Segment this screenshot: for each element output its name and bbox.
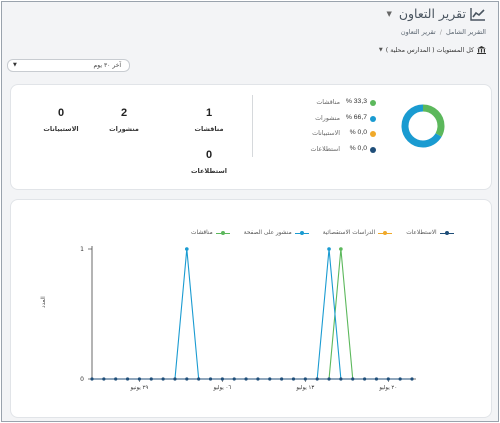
series-point-3[interactable] [280, 377, 284, 381]
series-point-3[interactable] [327, 377, 331, 381]
page-header[interactable]: تقرير التعاون ▼ [386, 6, 486, 21]
series-point-3[interactable] [137, 377, 142, 381]
legend-name: استطلاعات [310, 145, 340, 153]
series-point-3[interactable] [197, 377, 201, 381]
stat-inquiries-value: 0 [57, 107, 65, 119]
stat-inquiries-label: الاستبيانات [43, 125, 79, 133]
series-point-3[interactable] [410, 377, 414, 381]
series-point-3[interactable] [90, 377, 94, 381]
legend-dot [370, 115, 376, 122]
breadcrumb-item-current: تقرير التعاون [400, 28, 436, 36]
series-line-1[interactable] [92, 248, 412, 380]
stat-inquiries: 0 الاستبيانات [26, 107, 96, 133]
series-peak-point-1[interactable] [327, 247, 331, 251]
legend-name: مناقشات [316, 99, 340, 106]
series-point-3[interactable] [232, 377, 236, 381]
legend-dot [370, 146, 376, 153]
series-point-3[interactable] [125, 377, 130, 381]
y-tick-label: 1 [80, 246, 84, 253]
series-peak-point-0[interactable] [339, 247, 343, 251]
line-chart-icon [470, 7, 485, 21]
legend-item-inquiries: 0,0 % الاستبيانات [296, 129, 376, 145]
distribution-donut-chart [401, 104, 445, 148]
date-range-select[interactable]: آخر ٣٠ يوم ▼ [7, 59, 130, 72]
breadcrumb-separator: / [439, 28, 442, 36]
series-peak-point-1[interactable] [185, 247, 189, 251]
series-point-3[interactable] [268, 377, 272, 381]
series-point-3[interactable] [351, 377, 355, 381]
trend-chart-card: الاستطلاعات الدراسات الاستقصائية منشور ع… [10, 199, 492, 418]
series-point-3[interactable] [291, 377, 296, 381]
x-tick-label: ٢٩ يونيو [130, 385, 149, 391]
legend-percent: 66,7 % [345, 113, 367, 121]
stat-posts: 2 منشورات [89, 107, 159, 133]
levels-filter[interactable]: كل المستويات ( المدارس محلية ) ▼ [379, 46, 486, 54]
series-point-3[interactable] [149, 377, 153, 381]
series-point-3[interactable] [398, 377, 402, 381]
series-point-3[interactable] [256, 377, 260, 381]
dropdown-arrow-icon: ▼ [13, 62, 17, 68]
app-frame: تقرير التعاون ▼ التقرير الشامل / تقرير ا… [1, 1, 499, 422]
series-point-3[interactable] [315, 377, 319, 381]
legend-percent: 0,0 % [349, 144, 367, 152]
series-point-3[interactable] [114, 377, 118, 381]
breadcrumb: التقرير الشامل / تقرير التعاون [401, 28, 486, 36]
summary-card: 0 الاستبيانات 2 منشورات 1 مناقشات 0 استط… [10, 84, 492, 190]
series-point-3[interactable] [244, 377, 248, 381]
trend-line-chart: 0 1 ٢٩ يونيو ٠٦ يوليو ١٣ يوليو ٢٠ يوليو [80, 246, 416, 391]
series-point-3[interactable] [220, 377, 224, 381]
stat-polls-value: 0 [205, 149, 213, 161]
stat-discussions-label: مناقشات [194, 125, 224, 133]
legend-item-discussions: 33,3 % مناقشات [296, 98, 376, 114]
series-point-3[interactable] [185, 377, 189, 381]
stat-posts-label: منشورات [109, 125, 139, 133]
series-point-3[interactable] [102, 377, 106, 381]
series-point-3[interactable] [339, 377, 343, 381]
x-tick-label: ١٣ يوليو [295, 385, 314, 391]
series-point-3[interactable] [303, 377, 307, 381]
series-point-3[interactable] [386, 377, 390, 381]
y-tick-label: 0 [80, 376, 84, 383]
x-tick-label: ٠٦ يوليو [212, 385, 231, 391]
distribution-legend: 33,3 % مناقشات 66,7 % منشورات 0,0 % الاس… [296, 98, 376, 160]
series-point-3[interactable] [161, 377, 165, 381]
legend-name: الاستبيانات [312, 130, 340, 137]
stat-polls: 0 استطلاعات [174, 149, 244, 175]
stat-polls-label: استطلاعات [191, 167, 227, 175]
stat-discussions: 1 مناقشات [174, 107, 244, 133]
stat-discussions-value: 1 [205, 107, 213, 119]
series-line-0[interactable] [92, 248, 412, 380]
vertical-divider [252, 95, 253, 157]
legend-percent: 0,0 % [349, 129, 367, 136]
legend-dot [370, 100, 376, 106]
school-icon [477, 46, 486, 54]
legend-item-posts: 66,7 % منشورات [296, 114, 376, 130]
x-tick-label: ٢٠ يوليو [378, 385, 397, 391]
chevron-down-icon[interactable]: ▼ [386, 10, 391, 18]
legend-percent: 33,3 % [345, 98, 367, 105]
page-title: تقرير التعاون [398, 6, 466, 21]
series-point-3[interactable] [208, 377, 213, 381]
date-range-value: آخر ٣٠ يوم [93, 62, 121, 69]
series-point-3[interactable] [374, 377, 379, 381]
breadcrumb-item-comprehensive[interactable]: التقرير الشامل [446, 28, 486, 36]
stat-posts-value: 2 [120, 107, 128, 119]
legend-dot [370, 131, 376, 137]
chevron-down-icon: ▼ [378, 47, 383, 53]
legend-name: منشورات [315, 114, 340, 122]
levels-filter-label: كل المستويات ( المدارس محلية ) [385, 46, 474, 54]
series-point-3[interactable] [173, 377, 177, 381]
series-point-3[interactable] [362, 377, 367, 381]
legend-item-polls: 0,0 % استطلاعات [296, 145, 376, 161]
